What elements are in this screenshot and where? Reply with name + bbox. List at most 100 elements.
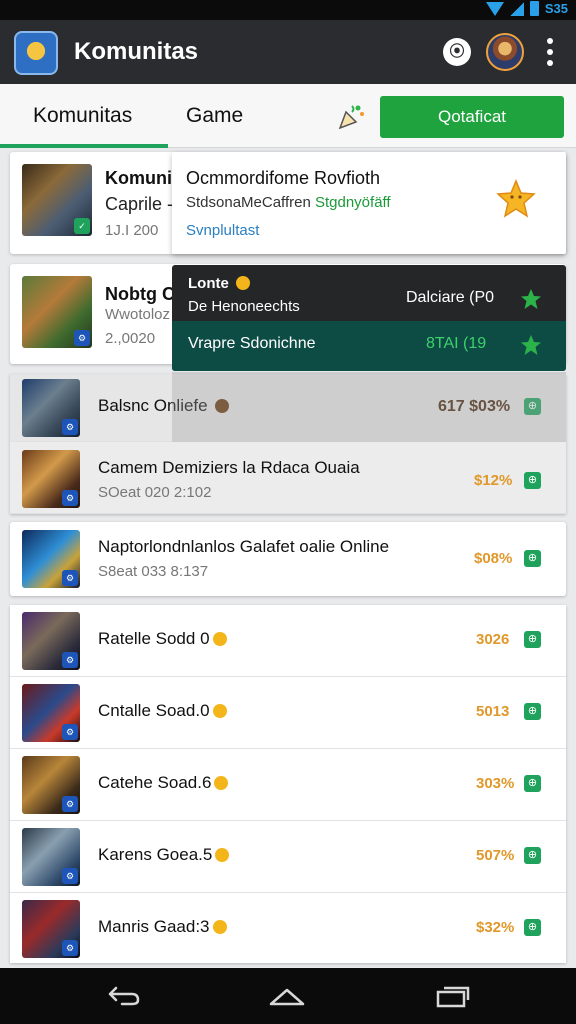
page-title: Komunitas: [74, 38, 199, 65]
row-price: 507%: [476, 847, 515, 864]
row-meta: SOeat 020 2:102: [98, 484, 212, 501]
app-logo-icon: [14, 31, 58, 75]
badge-icon: ⚙: [62, 796, 78, 812]
row-title: Manris Gaad:3: [98, 917, 227, 937]
dark-popup-row-value: 8TAI (19: [426, 335, 487, 352]
recent-apps-icon[interactable]: [432, 982, 472, 1010]
coin-icon: [212, 920, 227, 934]
card-subtitle: Wwotoloz: [105, 306, 171, 323]
row-price: $08%: [474, 550, 513, 567]
star-icon[interactable]: [520, 334, 542, 356]
badge-icon: ⚙: [62, 419, 78, 435]
coin-icon: [212, 632, 227, 646]
row-title-text: Manris Gaad:3: [98, 917, 210, 936]
dark-popup-row[interactable]: Vrapre Sdonichne 8TAI (19: [172, 321, 566, 371]
row-title: Ratelle Sodd 0: [98, 629, 227, 649]
row-title: Karens Goea.5: [98, 845, 230, 865]
row-title-text: Cntalle Soad.0: [98, 701, 210, 720]
game-thumbnail: ⚙: [22, 828, 80, 886]
list-item[interactable]: ⚙ Ratelle Sodd 0 3026 ⊕: [10, 605, 566, 677]
coin-icon: [215, 848, 230, 862]
gamepad-icon[interactable]: ⦿: [443, 38, 471, 66]
row-title: Camem Demiziers la Rdaca Ouaia: [98, 458, 360, 477]
coin-icon: [212, 704, 227, 718]
game-thumbnail: ⚙: [22, 450, 80, 508]
store-icon[interactable]: ⊕: [524, 847, 541, 864]
card-title: Komuni: [105, 168, 172, 188]
badge-icon: ⚙: [62, 652, 78, 668]
party-popper-icon[interactable]: [336, 102, 366, 132]
system-nav-bar: [0, 968, 576, 1024]
store-icon[interactable]: ⊕: [524, 550, 541, 567]
badge-icon: ⚙: [62, 724, 78, 740]
card-subtitle: Caprile -: [105, 194, 174, 214]
game-thumbnail: ⚙: [22, 684, 80, 742]
list-item[interactable]: ⚙ Cntalle Soad.0 5013 ⊕: [10, 677, 566, 749]
popup-title: Ocmmordifome Rovfioth: [186, 168, 381, 188]
badge-icon: ⚙: [62, 868, 78, 884]
row-title-text: Karens Goea.5: [98, 845, 213, 864]
store-icon[interactable]: ⊕: [524, 631, 541, 648]
primary-action-button[interactable]: Qotaficat: [380, 96, 564, 138]
more-options-icon[interactable]: [544, 38, 556, 66]
game-thumbnail: ⚙: [22, 756, 80, 814]
row-title: Naptorlondnlanlos Galafet oalie Online: [98, 537, 390, 556]
card-meta: 2.,0020: [105, 330, 156, 347]
row-price: 5013: [476, 703, 510, 720]
list-item[interactable]: ⚙ Naptorlondnlanlos Galafet oalie Online…: [10, 522, 566, 596]
dark-popup-row-label: Vrapre Sdonichne: [188, 335, 316, 352]
tab-game[interactable]: Game: [186, 104, 243, 128]
list-item[interactable]: ⚙ Karens Goea.5 507% ⊕: [10, 821, 566, 893]
card-title: Nobtg C: [105, 284, 175, 304]
battery-icon: [529, 1, 539, 16]
status-bar: S35: [0, 0, 576, 20]
store-icon[interactable]: ⊕: [524, 775, 541, 792]
app-bar: Komunitas ⦿: [0, 20, 576, 84]
avatar[interactable]: [486, 33, 524, 71]
row-title-text: Ratelle Sodd 0: [98, 629, 210, 648]
store-icon[interactable]: ⊕: [524, 919, 541, 936]
list-item[interactable]: ⚙ Catehe Soad.6 303% ⊕: [10, 749, 566, 821]
badge-icon: ⚙: [62, 490, 78, 506]
game-thumbnail: ⚙: [22, 900, 80, 958]
row-price: 303%: [476, 775, 515, 792]
row-title-text: Catehe Soad.6: [98, 773, 212, 792]
game-thumbnail: ✓: [22, 164, 92, 236]
notification-popup[interactable]: Ocmmordifome Rovfioth StdsonaMeCaffren S…: [172, 152, 566, 254]
dark-popup-header: Lonte De Henoneechts Dalciare (P0: [172, 265, 566, 321]
store-icon[interactable]: ⊕: [524, 472, 541, 489]
popup-subtitle-accent: Stgdnyöfäff: [314, 194, 391, 211]
signal-icon: [509, 1, 524, 16]
store-icon[interactable]: ⊕: [524, 703, 541, 720]
dark-popup[interactable]: Lonte De Henoneechts Dalciare (P0 Vrapre…: [172, 265, 566, 371]
tab-bar: Komunitas Game Qotaficat: [0, 84, 576, 148]
back-icon[interactable]: [102, 982, 142, 1010]
wifi-icon: [485, 1, 504, 16]
list-item[interactable]: ⚙ Manris Gaad:3 $32% ⊕: [10, 893, 566, 965]
game-thumbnail: ⚙: [22, 530, 80, 588]
row-meta: S8eat 033 8:137: [98, 563, 209, 580]
game-thumbnail: ⚙: [22, 379, 80, 437]
star-icon[interactable]: [520, 288, 542, 310]
popup-link[interactable]: Svnplultast: [186, 222, 259, 239]
dark-popup-title: Lonte: [188, 275, 250, 292]
home-icon[interactable]: [267, 982, 307, 1010]
dark-popup-right-text: Dalciare (P0: [406, 289, 495, 306]
game-thumbnail: ⚙: [22, 276, 92, 348]
row-title: Cntalle Soad.0: [98, 701, 227, 721]
row-price: $32%: [476, 919, 515, 936]
coin-icon: [214, 776, 229, 790]
tab-komunitas[interactable]: Komunitas: [33, 104, 132, 128]
badge-icon: ⚙: [62, 940, 78, 956]
row-price: 3026: [476, 631, 510, 648]
popup-subtitle-text: StdsonaMeCaffren: [186, 194, 311, 211]
badge-icon: ⚙: [74, 330, 90, 346]
coin-icon: [236, 276, 250, 290]
list-item[interactable]: ⚙ Camem Demiziers la Rdaca Ouaia SOeat 0…: [10, 446, 566, 514]
card-meta: 1J.I 200: [105, 222, 159, 239]
clock: S35: [544, 1, 568, 16]
row-title: Catehe Soad.6: [98, 773, 229, 793]
game-thumbnail: ⚙: [22, 612, 80, 670]
dark-popup-title-text: Lonte: [188, 275, 229, 292]
tab-indicator: [0, 144, 168, 148]
